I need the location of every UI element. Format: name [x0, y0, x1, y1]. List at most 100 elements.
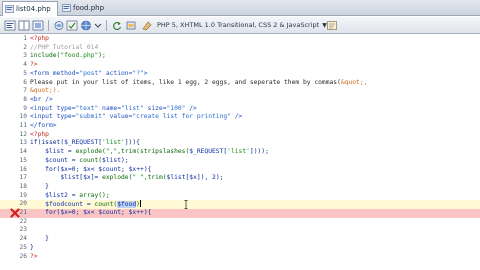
variable: $x — [60, 165, 68, 173]
attribute-value: "100" — [166, 104, 186, 112]
code-line[interactable]: 11 </form> — [0, 122, 480, 131]
operator: =0; — [67, 165, 84, 173]
code-line[interactable]: 3 include("food.php"); — [0, 52, 480, 61]
validate-icon[interactable] — [66, 20, 78, 31]
code-line-current[interactable]: 20 $foodcount = count($food) — [0, 200, 480, 210]
variable: $list — [30, 174, 80, 182]
line-number: 15 — [19, 156, 27, 164]
variable: $_REQUEST — [189, 148, 224, 156]
function: include( — [30, 52, 61, 60]
code-line[interactable]: 25 } — [0, 244, 480, 253]
variable: $x — [60, 209, 68, 216]
keyword: if(isset( — [30, 139, 65, 147]
code-text: <?php — [30, 35, 49, 44]
code-text: $list[$x]= explode(" ",trim($list[$x]), … — [30, 174, 223, 183]
line-number: 17 — [19, 174, 27, 182]
html-entity: &quot;). — [30, 87, 61, 95]
function: array(); — [79, 191, 110, 199]
split-view-icon[interactable] — [18, 20, 30, 31]
code-line[interactable]: 24 } — [0, 235, 480, 244]
code-text: } — [30, 183, 49, 192]
code-line[interactable]: 8 <br /> — [0, 96, 480, 105]
code-line[interactable]: 17 $list[$x]= explode(" ",trim($list[$x]… — [0, 174, 480, 183]
variable: $foodcount — [30, 201, 84, 209]
code-line[interactable]: 1 <?php — [0, 35, 480, 44]
keyword: for( — [30, 165, 61, 173]
html-entity: &quot;, — [340, 78, 368, 86]
code-line[interactable]: 4 ?> — [0, 61, 480, 70]
html-tag: </form> — [30, 122, 57, 129]
variable: $list — [166, 174, 186, 182]
browser-icon[interactable] — [80, 20, 92, 31]
snippet-icon[interactable] — [326, 20, 338, 31]
attribute-value: "create list for printing" — [132, 113, 231, 121]
code-text: if(isset($_REQUEST['list'])){ — [30, 139, 140, 148]
code-line[interactable]: 26 ?> — [0, 253, 480, 262]
code-editor[interactable]: 1 <?php 2 //PHP Tutorial 014 3 include("… — [0, 35, 480, 270]
code-line[interactable]: 23 — [0, 226, 480, 235]
toolbar-separator — [106, 20, 107, 31]
settings-icon[interactable] — [125, 20, 137, 31]
code-line[interactable]: 14 $list = explode(",",trim(stripslashes… — [0, 148, 480, 157]
code-line[interactable]: 18 } — [0, 183, 480, 192]
line-number: 12 — [19, 130, 27, 138]
chevron-down-icon[interactable] — [92, 20, 104, 31]
html-tag: <input — [30, 104, 53, 112]
operator: ++){ — [136, 165, 152, 173]
code-line[interactable]: 7 &quot;). — [0, 87, 480, 96]
tab-food-php[interactable]: food.php — [60, 1, 112, 16]
variable: $list2 — [30, 191, 68, 199]
attribute: method= — [48, 69, 80, 77]
punctuation: } — [30, 182, 49, 190]
code-text: for($x=0; $x< $count; $x++){ — [30, 166, 151, 175]
function: explode( — [102, 174, 133, 182]
line-number: 5 — [23, 69, 27, 77]
line-number: 21 — [19, 209, 27, 216]
code-line[interactable]: 10 <input type="submit" value="create li… — [0, 113, 480, 122]
tab-list04-php[interactable]: list04.php — [2, 1, 58, 16]
code-text: $list2 = array(); — [30, 191, 110, 201]
document-tab-bar: list04.php food.php — [0, 0, 480, 16]
code-text: <?php — [30, 131, 49, 140]
variable: $x — [189, 174, 197, 182]
code-line[interactable]: 5 <form method="post" action="?"> — [0, 70, 480, 79]
code-line[interactable]: 22 — [0, 218, 480, 227]
operator: = — [67, 156, 80, 164]
variable: $count — [98, 209, 122, 216]
code-line[interactable]: 2 //PHP Tutorial 014 — [0, 44, 480, 53]
variable: $x — [83, 209, 91, 216]
code-line[interactable]: 13 if(isset($_REQUEST['list'])){ — [0, 139, 480, 148]
code-text: include("food.php"); — [30, 52, 106, 61]
code-line[interactable]: 16 for($x=0; $x< $count; $x++){ — [0, 166, 480, 175]
punctuation: ); — [98, 52, 106, 60]
attribute-value: "text" — [75, 104, 99, 112]
attribute-value: "post" — [79, 69, 103, 77]
function: explode( — [75, 148, 106, 156]
function: count( — [94, 201, 118, 209]
operator: = — [83, 201, 95, 209]
punctuation: ); — [121, 156, 129, 164]
design-view-icon[interactable] — [32, 20, 44, 31]
attribute: action= — [102, 69, 133, 77]
code-view-icon[interactable] — [4, 20, 16, 31]
attribute: type= — [52, 113, 76, 121]
refresh-icon[interactable] — [111, 20, 123, 31]
code-line[interactable]: 9 <input type="text" name="list" size="1… — [0, 105, 480, 114]
code-text: ?> — [30, 61, 38, 70]
attribute-value: "?" — [132, 69, 144, 77]
code-text: } — [30, 244, 34, 253]
code-text: $count = count($list); — [30, 156, 129, 166]
preview-icon[interactable] — [53, 20, 65, 31]
code-line[interactable]: 19 $list2 = array(); — [0, 192, 480, 201]
variable: $_REQUEST — [64, 139, 99, 147]
code-line-error[interactable]: 21 for($x=0; $x< $count; $x++){ — [0, 208, 480, 219]
doctype-dropdown[interactable]: PHP 5, XHTML 1.0 Transitional, CSS 2 & J… — [157, 19, 327, 32]
attribute: type= — [52, 104, 76, 112]
code-line[interactable]: 12 <?php — [0, 131, 480, 140]
punctuation: ; — [121, 165, 129, 173]
code-line[interactable]: 6 Please put in your list of items, like… — [0, 79, 480, 88]
php-tag: <?php — [30, 35, 49, 42]
format-icon[interactable] — [141, 20, 153, 31]
code-line[interactable]: 15 $count = count($list); — [0, 157, 480, 166]
attribute: size= — [143, 104, 167, 112]
